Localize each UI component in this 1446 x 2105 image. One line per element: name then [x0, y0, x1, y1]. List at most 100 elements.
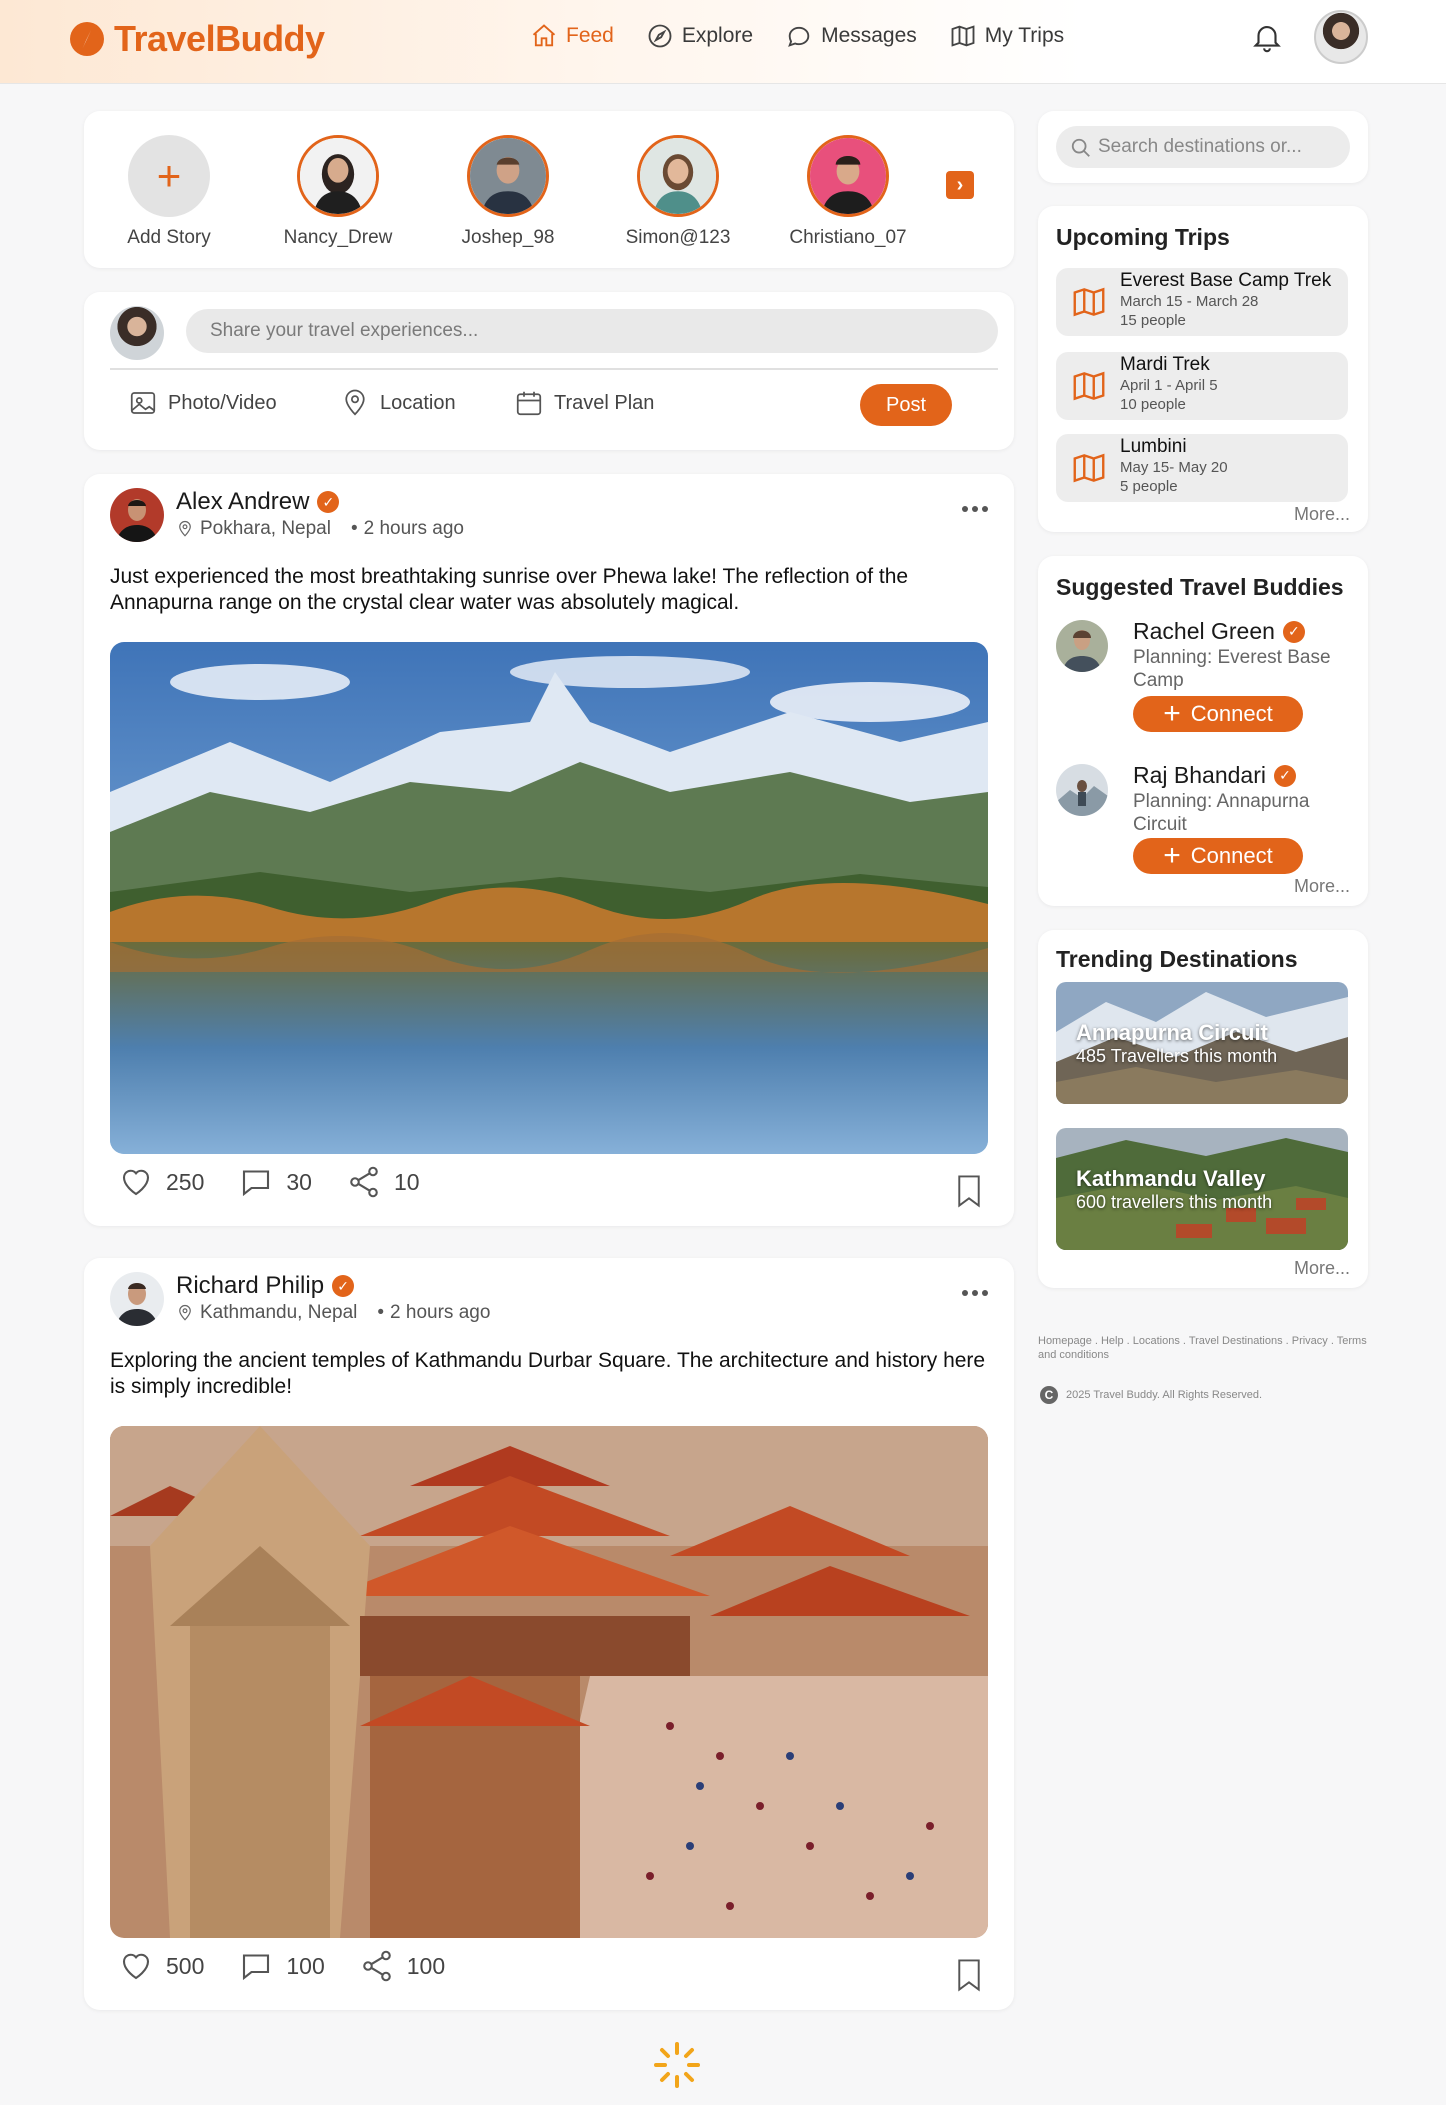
map-icon: [1073, 371, 1105, 401]
chevron-right-icon[interactable]: ›: [946, 171, 974, 199]
destination-name: Annapurna Circuit: [1076, 1020, 1268, 1045]
like-button[interactable]: 500: [118, 1948, 204, 1984]
buddy-name-row[interactable]: Raj Bhandari ✓: [1133, 762, 1296, 789]
trip-people: 10 people: [1120, 396, 1186, 413]
post-author[interactable]: Alex Andrew ✓: [176, 488, 340, 516]
trip-dates: March 15 - March 28: [1120, 293, 1259, 310]
story-item[interactable]: Simon@123: [603, 135, 753, 249]
comment-button[interactable]: 100: [238, 1948, 325, 1984]
footer-copyright: C 2025 Travel Buddy. All Rights Reserved…: [1040, 1386, 1262, 1404]
copyright-text: 2025 Travel Buddy. All Rights Reserved.: [1066, 1389, 1263, 1401]
bell-icon[interactable]: [1250, 20, 1284, 54]
like-count: 250: [166, 1168, 205, 1195]
search-input[interactable]: [1056, 126, 1350, 168]
story-item[interactable]: Joshep_98: [433, 135, 583, 249]
photo-video-button[interactable]: Photo/Video: [128, 388, 277, 418]
post-photo[interactable]: [110, 1426, 988, 1938]
connect-button[interactable]: + Connect: [1133, 696, 1303, 732]
trending-item[interactable]: Kathmandu Valley 600 travellers this mon…: [1056, 1128, 1348, 1250]
nav-my-trips-label: My Trips: [984, 24, 1065, 47]
loading-spinner-icon: [654, 2042, 700, 2088]
buddy-name: Raj Bhandari: [1133, 762, 1266, 788]
search-icon: [1071, 138, 1090, 157]
like-button[interactable]: 250: [118, 1164, 204, 1200]
user-avatar[interactable]: [1314, 10, 1368, 64]
buddy-name-row[interactable]: Rachel Green ✓: [1133, 618, 1305, 645]
post-location: Pokhara, Nepal: [200, 518, 331, 539]
buddy-name: Rachel Green: [1133, 618, 1275, 644]
trips-more-link[interactable]: More...: [1294, 504, 1350, 525]
calendar-icon: [516, 391, 542, 416]
trending-item[interactable]: Annapurna Circuit 485 Travellers this mo…: [1056, 982, 1348, 1104]
comment-icon: [243, 1954, 270, 1981]
post-composer: Photo/Video Location Travel Plan Post: [84, 292, 1014, 450]
post-author-name: Richard Philip: [176, 1272, 325, 1299]
buddy-avatar[interactable]: [1056, 764, 1108, 816]
more-options-icon[interactable]: [962, 506, 988, 512]
separator-dot: •: [377, 1302, 385, 1323]
share-input[interactable]: [186, 309, 998, 353]
home-icon: [532, 24, 556, 47]
post-time: 2 hours ago: [363, 518, 464, 539]
share-button[interactable]: 100: [359, 1948, 445, 1984]
post-author[interactable]: Richard Philip ✓: [176, 1272, 355, 1300]
image-icon: [130, 392, 156, 414]
trip-item[interactable]: Everest Base Camp Trek March 15 - March …: [1056, 268, 1348, 336]
post-text: Just experienced the most breathtaking s…: [110, 565, 909, 614]
post-location: Kathmandu, Nepal: [200, 1302, 358, 1323]
verified-badge-icon: ✓: [332, 1275, 355, 1297]
nav-feed[interactable]: Feed: [530, 22, 614, 50]
share-count: 10: [393, 1168, 420, 1195]
brand[interactable]: TravelBuddy: [70, 18, 325, 60]
story-avatar: [297, 135, 379, 217]
destination-name: Kathmandu Valley: [1076, 1166, 1266, 1191]
more-options-icon[interactable]: [962, 1290, 988, 1296]
share-button[interactable]: 10: [346, 1164, 420, 1200]
add-story-button[interactable]: + Add Story: [94, 135, 244, 249]
location-button[interactable]: Location: [340, 388, 456, 418]
story-item[interactable]: Christiano_07: [773, 135, 923, 249]
bookmark-icon[interactable]: [954, 1174, 984, 1208]
buddies-more-link[interactable]: More...: [1294, 876, 1350, 897]
comment-count: 30: [286, 1168, 312, 1195]
composer-avatar: [110, 306, 164, 360]
bookmark-icon[interactable]: [954, 1958, 984, 1992]
like-count: 500: [166, 1952, 205, 1979]
search-card: [1038, 111, 1368, 183]
story-item[interactable]: Nancy_Drew: [263, 135, 413, 249]
destination-travellers: 600 travellers this month: [1076, 1192, 1273, 1212]
trip-people: 5 people: [1120, 478, 1178, 495]
feed-post: Richard Philip ✓ Kathmandu, Nepal • 2 ho…: [84, 1258, 1014, 2010]
post-actions: 250 30 10: [118, 1164, 454, 1200]
copyright-icon: C: [1040, 1386, 1058, 1404]
story-name: Joshep_98: [461, 227, 555, 248]
connect-button[interactable]: + Connect: [1133, 838, 1303, 874]
nav-explore[interactable]: Explore: [646, 22, 753, 50]
trending-more-link[interactable]: More...: [1294, 1258, 1350, 1279]
post-photo[interactable]: [110, 642, 988, 1154]
comment-button[interactable]: 30: [238, 1164, 312, 1200]
nav-links: Feed Explore Messages My Trips: [530, 22, 1064, 50]
plus-icon: +: [156, 152, 182, 199]
suggested-buddies-title: Suggested Travel Buddies: [1056, 574, 1344, 600]
post-button[interactable]: Post: [860, 384, 952, 426]
post-author-avatar[interactable]: [110, 1272, 164, 1326]
travel-plan-label: Travel Plan: [554, 391, 655, 414]
nav-my-trips[interactable]: My Trips: [949, 22, 1064, 50]
travel-plan-button[interactable]: Travel Plan: [514, 388, 654, 418]
map-icon: [1073, 287, 1105, 317]
share-icon: [350, 1166, 378, 1198]
trip-name: Mardi Trek: [1120, 354, 1210, 375]
trip-item[interactable]: Mardi Trek April 1 - April 5 10 people: [1056, 352, 1348, 420]
trip-name: Everest Base Camp Trek: [1120, 270, 1332, 291]
post-author-avatar[interactable]: [110, 488, 164, 542]
trending-destinations-card: Trending Destinations Annapurna Circuit …: [1038, 930, 1368, 1288]
nav-messages[interactable]: Messages: [785, 22, 917, 50]
footer-links[interactable]: Homepage . Help . Locations . Travel Des…: [1038, 1334, 1368, 1362]
post-actions: 500 100 100: [118, 1948, 479, 1984]
photo-video-label: Photo/Video: [168, 391, 277, 414]
plus-icon: +: [1163, 697, 1181, 730]
trip-name: Lumbini: [1120, 436, 1187, 457]
trip-item[interactable]: Lumbini May 15- May 20 5 people: [1056, 434, 1348, 502]
buddy-avatar[interactable]: [1056, 620, 1108, 672]
